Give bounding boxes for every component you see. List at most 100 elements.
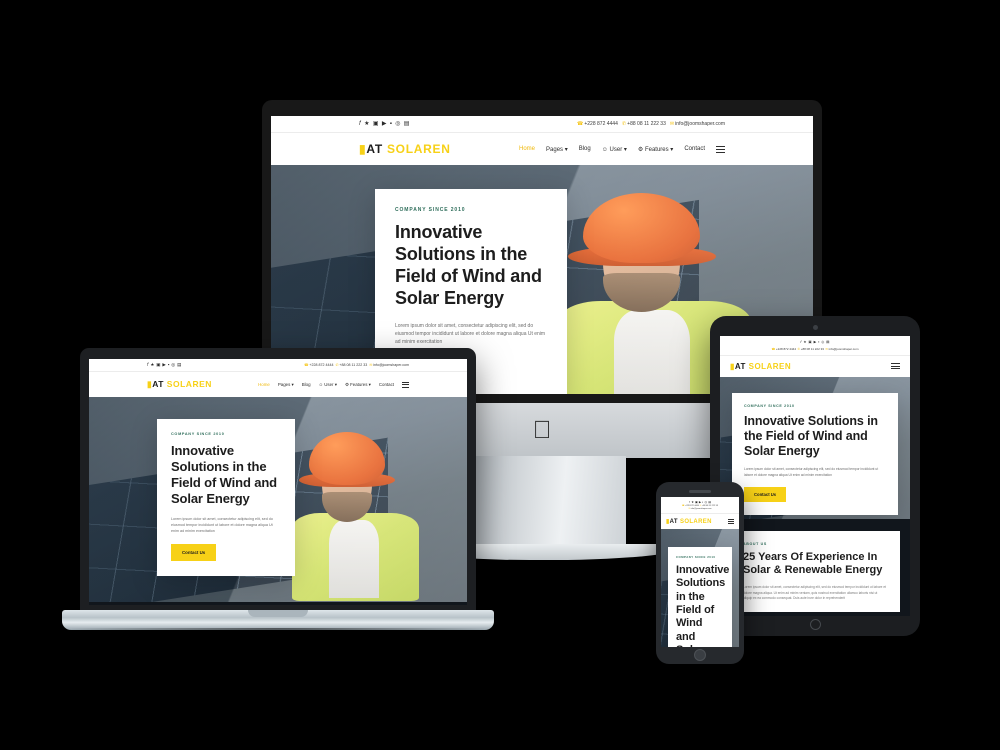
phone-contact[interactable]: ☎ +228 872 4444: [682, 505, 699, 507]
facebook-icon[interactable]: 𝑓: [689, 501, 690, 504]
hamburger-menu-icon[interactable]: [891, 363, 900, 370]
nav-item-user[interactable]: ☺ User ▾: [319, 382, 337, 388]
pinterest-icon[interactable]: ◎: [171, 362, 175, 367]
twitter-icon[interactable]: ★: [364, 121, 369, 127]
facebook-icon[interactable]: 𝑓: [359, 121, 361, 127]
instagram-icon[interactable]: ▣: [695, 501, 698, 504]
phone-screen[interactable]: 𝑓 ★ ▣ ▶ ▪ ◎ ▤ ☎ +228 872 4444 ✆ +88 08 1…: [661, 497, 739, 647]
hero-description: Lorem ipsum dolor sit amet, consectetur …: [744, 467, 879, 477]
pinterest-icon[interactable]: ◎: [395, 121, 400, 127]
hero-card: COMPANY SINCE 2010 Innovative Solutions …: [732, 392, 898, 516]
mobile-contact[interactable]: ✆ +88 08 11 222 33: [336, 363, 368, 367]
hamburger-menu-icon[interactable]: [716, 145, 725, 153]
hero-cta-button[interactable]: Contact Us: [171, 544, 217, 562]
hero-card: COMPANY SINCE 2010 Innovative Solutions …: [668, 546, 732, 647]
phone-number: +228 872 4444: [775, 346, 797, 351]
instagram-icon[interactable]: ▣: [808, 340, 811, 345]
site-logo[interactable]: ▮AT SOLAREN: [359, 142, 451, 156]
mobile-contact[interactable]: ✆ +88 08 11 222 33: [798, 347, 824, 351]
youtube-icon[interactable]: ▶: [162, 362, 165, 367]
email-contact[interactable]: ✉ info@joomshaper.com: [369, 363, 409, 367]
instagram-icon[interactable]: ▣: [156, 362, 160, 367]
phone-number: +228 872 4444: [584, 121, 618, 127]
hero-section: COMPANY SINCE 2010 Innovative Solutions …: [89, 397, 467, 603]
nav-menu: Home Pages ▾ Blog ☺ User ▾ ⚙ Features ▾ …: [258, 382, 409, 388]
nav-item-blog[interactable]: Blog: [302, 382, 311, 387]
rss-icon[interactable]: ▤: [177, 362, 181, 367]
site-logo[interactable]: ▮AT SOLAREN: [730, 362, 791, 371]
phone-speaker-icon: [689, 490, 711, 493]
rss-icon[interactable]: ▤: [826, 340, 829, 345]
email-contact[interactable]: ✉ info@joomshaper.com: [825, 347, 858, 351]
social-links[interactable]: 𝑓 ★ ▣ ▶ ▪ ◎ ▤: [800, 340, 829, 345]
logo-text-secondary: SOLAREN: [748, 361, 792, 371]
phone-number: +228 872 4444: [685, 504, 699, 507]
nav-item-features[interactable]: ⚙ Features ▾: [345, 382, 371, 388]
apple-logo-icon: : [533, 418, 552, 443]
nav-item-features[interactable]: ⚙ Features ▾: [638, 146, 673, 153]
youtube-icon[interactable]: ▶: [814, 340, 817, 345]
hero-section: COMPANY SINCE 2010 Innovative Solutions …: [720, 376, 910, 519]
mobile-contact[interactable]: ✆ +88 08 11 222 33: [622, 121, 666, 127]
youtube-icon[interactable]: ▶: [382, 121, 387, 127]
pinterest-icon[interactable]: ◎: [821, 340, 824, 345]
email-contact[interactable]: ✉ info@joomshaper.com: [689, 508, 712, 510]
facebook-icon[interactable]: 𝑓: [800, 340, 801, 345]
nav-item-contact[interactable]: Contact: [379, 382, 394, 387]
hero-section: COMPANY SINCE 2010 Innovative Solutions …: [661, 528, 739, 647]
rss-icon[interactable]: ▤: [708, 501, 711, 504]
about-eyebrow: ABOUT US: [743, 541, 767, 546]
top-bar: 𝑓 ★ ▣ ▶ ▪ ◎ ▤ ☎ +228 872 4444 ✆ +88 08 1…: [661, 497, 739, 514]
facebook-icon[interactable]: 𝑓: [147, 362, 148, 367]
linkedin-icon[interactable]: ▪: [818, 340, 819, 345]
logo-text-primary: AT: [366, 142, 383, 156]
twitter-icon[interactable]: ★: [803, 340, 806, 345]
social-links[interactable]: 𝑓 ★ ▣ ▶ ▪ ◎ ▤: [689, 501, 711, 504]
instagram-icon[interactable]: ▣: [373, 121, 379, 127]
mobile-icon: ✆: [797, 346, 801, 351]
tablet-home-button[interactable]: [809, 619, 821, 630]
hamburger-menu-icon[interactable]: [728, 519, 734, 524]
email-contact[interactable]: ✉ info@joomshaper.com: [670, 121, 725, 127]
nav-item-user[interactable]: ☺ User ▾: [602, 146, 627, 153]
twitter-icon[interactable]: ★: [150, 362, 154, 367]
nav-item-home[interactable]: Home: [519, 146, 535, 152]
youtube-icon[interactable]: ▶: [699, 501, 701, 504]
nav-item-home[interactable]: Home: [258, 382, 270, 387]
top-bar: 𝑓 ★ ▣ ▶ ▪ ◎ ▤ ☎ +228 872 4444 ✆ +88 08 1…: [271, 116, 813, 133]
linkedin-icon[interactable]: ▪: [168, 362, 170, 367]
social-links[interactable]: 𝑓 ★ ▣ ▶ ▪ ◎ ▤: [359, 121, 409, 127]
tablet-screen[interactable]: 𝑓 ★ ▣ ▶ ▪ ◎ ▤ ☎ +228 872 4444 ✆ +88 08 1…: [720, 336, 910, 616]
phone-device: 𝑓 ★ ▣ ▶ ▪ ◎ ▤ ☎ +228 872 4444 ✆ +88 08 1…: [656, 482, 744, 664]
mobile-contact[interactable]: ✆ +88 08 11 222 33: [700, 505, 718, 507]
nav-item-contact[interactable]: Contact: [684, 146, 705, 152]
hero-eyebrow: COMPANY SINCE 2010: [395, 207, 466, 213]
hero-title: Innovative Solutions in the Field of Win…: [744, 413, 878, 459]
hero-eyebrow: COMPANY SINCE 2010: [171, 432, 225, 437]
nav-item-blog[interactable]: Blog: [579, 146, 591, 152]
hero-card: COMPANY SINCE 2010 Innovative Solutions …: [157, 419, 295, 577]
linkedin-icon[interactable]: ▪: [702, 501, 703, 504]
phone-contact[interactable]: ☎ +228 872 4444: [577, 121, 618, 127]
phone-contact[interactable]: ☎ +228 872 4444: [772, 347, 797, 351]
hamburger-menu-icon[interactable]: [402, 382, 409, 388]
site-logo[interactable]: ▮AT SOLAREN: [666, 518, 712, 525]
main-navbar: ▮AT SOLAREN: [720, 355, 910, 377]
about-card: ABOUT US 25 Years Of Experience In Solar…: [730, 530, 900, 613]
laptop-screen[interactable]: 𝑓 ★ ▣ ▶ ▪ ◎ ▤ ☎ +228 872 4444 ✆ +88 08 1…: [89, 359, 467, 605]
hero-eyebrow: COMPANY SINCE 2010: [744, 403, 795, 408]
phone-home-button[interactable]: [694, 649, 706, 661]
social-links[interactable]: 𝑓 ★ ▣ ▶ ▪ ◎ ▤: [147, 362, 181, 367]
pinterest-icon[interactable]: ◎: [705, 501, 707, 504]
rss-icon[interactable]: ▤: [404, 121, 410, 127]
nav-item-pages[interactable]: Pages ▾: [278, 382, 294, 388]
hero-cta-button[interactable]: Contact Us: [744, 487, 787, 503]
twitter-icon[interactable]: ★: [691, 501, 694, 504]
mobile-number: +88 08 11 222 33: [800, 346, 824, 351]
phone-contact[interactable]: ☎ +228 872 4444: [304, 363, 333, 367]
logo-text-secondary: SOLAREN: [386, 142, 451, 156]
site-logo[interactable]: ▮AT SOLAREN: [147, 379, 212, 390]
linkedin-icon[interactable]: ▪: [390, 121, 392, 127]
laptop-shadow: [72, 628, 484, 637]
nav-item-pages[interactable]: Pages ▾: [546, 146, 568, 153]
